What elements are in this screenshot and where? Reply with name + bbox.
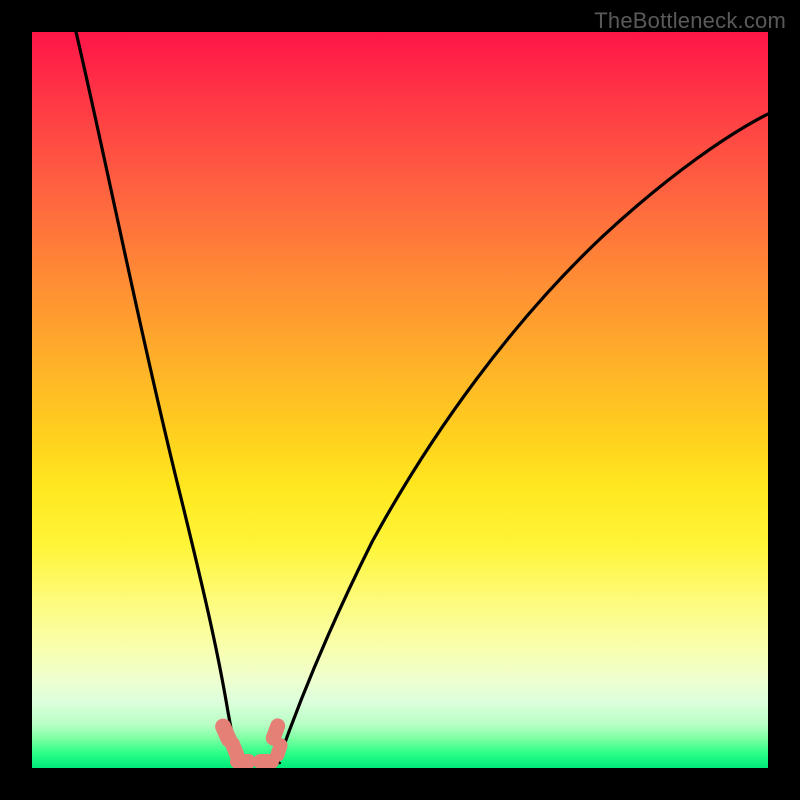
curve-layer <box>32 32 768 768</box>
marker-bottom-right <box>253 754 279 768</box>
watermark-text: TheBottleneck.com <box>594 8 786 34</box>
outer-frame: TheBottleneck.com <box>0 0 800 800</box>
plot-area <box>32 32 768 768</box>
right-curve <box>278 114 768 762</box>
left-curve <box>76 32 238 762</box>
